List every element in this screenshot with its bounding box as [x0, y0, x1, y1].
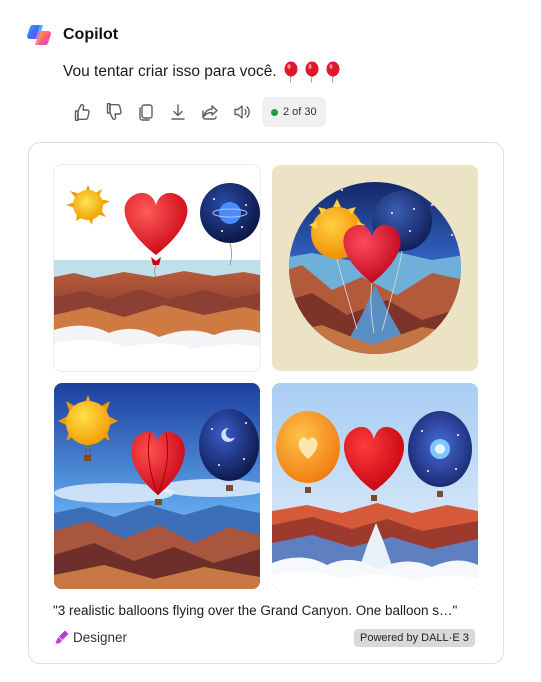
balloons-canyon-image	[272, 165, 478, 371]
balloon-icon	[284, 61, 298, 83]
dislike-button[interactable]	[98, 97, 130, 127]
thumbs-down-icon	[106, 103, 122, 121]
designer-icon	[55, 630, 69, 644]
designer-link[interactable]: Designer	[54, 629, 127, 645]
thumbs-up-icon	[74, 103, 90, 121]
generated-image-4[interactable]	[272, 383, 478, 589]
message-actions: 2 of 30	[66, 97, 326, 127]
copilot-logo-icon[interactable]	[26, 22, 52, 48]
message-text: Vou tentar criar isso para você.	[63, 63, 277, 80]
counter-text: 2 of 30	[283, 106, 317, 118]
powered-by-badge: Powered by DALL·E 3	[354, 629, 475, 647]
balloons-canyon-image	[54, 165, 260, 371]
image-prompt: "3 realistic balloons flying over the Gr…	[53, 603, 458, 618]
response-counter: 2 of 30	[262, 97, 326, 127]
like-button[interactable]	[66, 97, 98, 127]
download-icon	[171, 104, 185, 120]
balloons-canyon-image	[272, 383, 478, 589]
image-result-card: "3 realistic balloons flying over the Gr…	[28, 142, 504, 664]
app-title: Copilot	[63, 26, 119, 43]
share-button[interactable]	[194, 97, 226, 127]
generated-image-2[interactable]	[272, 165, 478, 371]
read-aloud-button[interactable]	[226, 97, 258, 127]
download-button[interactable]	[162, 97, 194, 127]
balloon-icon	[326, 61, 340, 83]
share-icon	[202, 105, 218, 120]
assistant-message: Vou tentar criar isso para você.	[63, 61, 343, 83]
copy-button[interactable]	[130, 97, 162, 127]
generated-image-3[interactable]	[54, 383, 260, 589]
header: Copilot	[26, 22, 118, 48]
speaker-icon	[234, 105, 250, 119]
copy-icon	[139, 104, 153, 121]
designer-label: Designer	[73, 629, 128, 645]
generated-image-1[interactable]	[54, 165, 260, 371]
balloon-icon	[305, 61, 319, 83]
balloons-canyon-image	[54, 383, 260, 589]
status-dot-icon	[271, 108, 278, 116]
balloon-emojis	[281, 61, 343, 83]
